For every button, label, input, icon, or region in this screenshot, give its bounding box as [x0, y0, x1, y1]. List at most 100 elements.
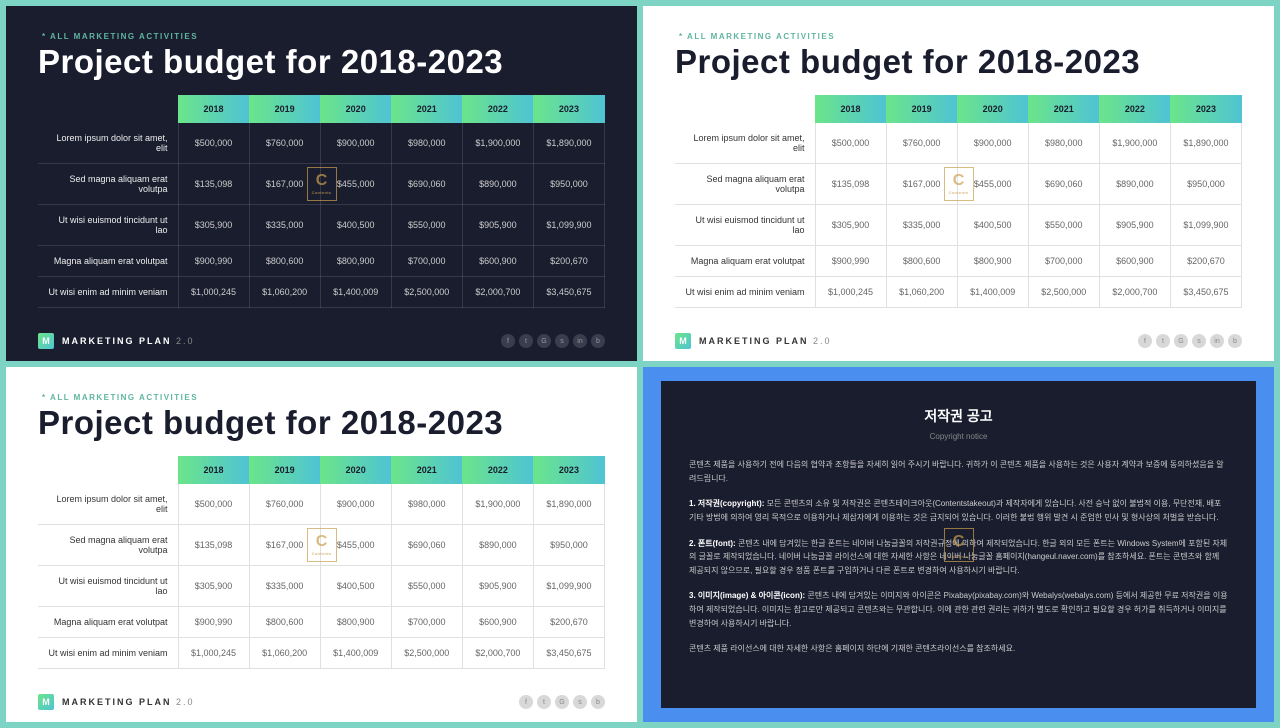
cell-value: $335,000 — [886, 205, 957, 246]
social-icon[interactable]: s — [555, 334, 569, 348]
footer-ver: 2.0 — [176, 697, 195, 707]
cell-value: $905,900 — [1099, 205, 1170, 246]
footer: M MARKETING PLAN 2.0 ftGsb — [38, 694, 605, 710]
cell-value: $3,450,675 — [1170, 277, 1241, 308]
col-2020: 2020 — [320, 456, 391, 484]
cell-value: $1,400,009 — [320, 638, 391, 669]
copyright-title: 저작권 공고 — [689, 405, 1228, 427]
social-icon[interactable]: s — [1192, 334, 1206, 348]
cell-value: $900,990 — [178, 607, 249, 638]
social-icon[interactable]: in — [573, 334, 587, 348]
slide-budget-dark: * ALL MARKETING ACTIVITIES Project budge… — [6, 6, 637, 361]
col-2023: 2023 — [1170, 95, 1241, 123]
cell-value: $200,670 — [533, 246, 604, 277]
cell-value: $1,060,200 — [249, 638, 320, 669]
footer: M MARKETING PLAN 2.0 ftGsinb — [38, 333, 605, 349]
eyebrow: * ALL MARKETING ACTIVITIES — [42, 393, 605, 402]
col-2023: 2023 — [533, 456, 604, 484]
social-icon[interactable]: b — [1228, 334, 1242, 348]
table-row: Magna aliquam erat volutpat$900,990$800,… — [675, 246, 1242, 277]
cell-value: $455,000 — [957, 164, 1028, 205]
cell-value: $1,900,000 — [462, 484, 533, 525]
footer-text: MARKETING PLAN 2.0 — [699, 336, 832, 346]
copyright-outro: 콘텐츠 제품 라이선스에 대한 자세한 사항은 홈페이지 하단에 기재한 콘텐츠… — [689, 642, 1228, 656]
cell-value: $600,900 — [1099, 246, 1170, 277]
social-icon[interactable]: G — [1174, 334, 1188, 348]
slide-budget-light: * ALL MARKETING ACTIVITIES Project budge… — [643, 6, 1274, 361]
cell-value: $1,890,000 — [533, 484, 604, 525]
budget-table: 2018 2019 2020 2021 2022 2023 Lorem ipsu… — [675, 95, 1242, 308]
col-2018: 2018 — [815, 95, 886, 123]
social-icon[interactable]: b — [591, 695, 605, 709]
p3-head: 3. 이미지(image) & 아이콘(icon): — [689, 591, 805, 600]
social-icon[interactable]: G — [537, 334, 551, 348]
p1-body: 모든 콘텐츠의 소유 및 저작권은 콘텐츠테이크아웃(Contentstakeo… — [689, 499, 1221, 522]
social-icon[interactable]: f — [501, 334, 515, 348]
cell-value: $135,098 — [178, 525, 249, 566]
social-icon[interactable]: b — [591, 334, 605, 348]
copyright-box: 저작권 공고 Copyright notice 콘텐츠 제품을 사용하기 전에 … — [661, 381, 1256, 708]
cell-value: $500,000 — [178, 484, 249, 525]
cell-value: $890,000 — [462, 164, 533, 205]
cell-value: $950,000 — [533, 525, 604, 566]
blank-head — [38, 95, 178, 123]
social-icon[interactable]: t — [1156, 334, 1170, 348]
col-2022: 2022 — [1099, 95, 1170, 123]
cell-value: $600,900 — [462, 246, 533, 277]
footer-left: M MARKETING PLAN 2.0 — [38, 694, 195, 710]
cell-value: $335,000 — [249, 205, 320, 246]
row-label: Sed magna aliquam erat volutpa — [38, 164, 178, 205]
footer-left: M MARKETING PLAN 2.0 — [38, 333, 195, 349]
cell-value: $760,000 — [249, 484, 320, 525]
cell-value: $900,000 — [320, 123, 391, 164]
cell-value: $335,000 — [249, 566, 320, 607]
row-label: Ut wisi euismod tincidunt ut lao — [38, 205, 178, 246]
cell-value: $500,000 — [178, 123, 249, 164]
budget-table: 2018 2019 2020 2021 2022 2023 Lorem ipsu… — [38, 456, 605, 669]
social-icon[interactable]: f — [1138, 334, 1152, 348]
page-title: Project budget for 2018-2023 — [675, 43, 1242, 81]
social-icons: ftGsinb — [501, 334, 605, 348]
copyright-p1: 1. 저작권(copyright): 모든 콘텐츠의 소유 및 저작권은 콘텐츠… — [689, 497, 1228, 524]
cell-value: $1,890,000 — [1170, 123, 1241, 164]
copyright-intro: 콘텐츠 제품을 사용하기 전에 다음의 협약과 조항들을 자세히 읽어 주시기 … — [689, 458, 1228, 485]
cell-value: $980,000 — [391, 123, 462, 164]
cell-value: $950,000 — [1170, 164, 1241, 205]
social-icon[interactable]: f — [519, 695, 533, 709]
eyebrow: * ALL MARKETING ACTIVITIES — [679, 32, 1242, 41]
col-2018: 2018 — [178, 456, 249, 484]
cell-value: $800,600 — [886, 246, 957, 277]
footer-left: M MARKETING PLAN 2.0 — [675, 333, 832, 349]
social-icon[interactable]: in — [1210, 334, 1224, 348]
row-label: Sed magna aliquam erat volutpa — [38, 525, 178, 566]
social-icon[interactable]: t — [519, 334, 533, 348]
cell-value: $550,000 — [391, 205, 462, 246]
cell-value: $700,000 — [391, 607, 462, 638]
cell-value: $400,500 — [320, 566, 391, 607]
table-row: Sed magna aliquam erat volutpa$135,098$1… — [675, 164, 1242, 205]
table-row: Lorem ipsum dolor sit amet, elit$500,000… — [38, 484, 605, 525]
footer-text: MARKETING PLAN 2.0 — [62, 697, 195, 707]
cell-value: $800,600 — [249, 246, 320, 277]
cell-value: $890,000 — [1099, 164, 1170, 205]
cell-value: $167,000 — [249, 164, 320, 205]
footer: M MARKETING PLAN 2.0 ftGsinb — [675, 333, 1242, 349]
cell-value: $890,000 — [462, 525, 533, 566]
social-icon[interactable]: G — [555, 695, 569, 709]
col-2018: 2018 — [178, 95, 249, 123]
cell-value: $550,000 — [391, 566, 462, 607]
row-label: Ut wisi enim ad minim veniam — [38, 277, 178, 308]
social-icon[interactable]: t — [537, 695, 551, 709]
p2-head: 2. 폰트(font): — [689, 539, 736, 548]
table-row: Ut wisi enim ad minim veniam$1,000,245$1… — [675, 277, 1242, 308]
col-2020: 2020 — [957, 95, 1028, 123]
cell-value: $1,060,200 — [249, 277, 320, 308]
brand-badge: M — [38, 333, 54, 349]
social-icon[interactable]: s — [573, 695, 587, 709]
col-2021: 2021 — [1028, 95, 1099, 123]
copyright-p3: 3. 이미지(image) & 아이콘(icon): 콘텐츠 내에 담겨있는 이… — [689, 589, 1228, 630]
brand-badge: M — [675, 333, 691, 349]
cell-value: $1,900,000 — [462, 123, 533, 164]
copyright-p2: 2. 폰트(font): 콘텐츠 내에 담겨있는 한글 폰트는 네이버 나눔글꼴… — [689, 537, 1228, 578]
cell-value: $1,900,000 — [1099, 123, 1170, 164]
